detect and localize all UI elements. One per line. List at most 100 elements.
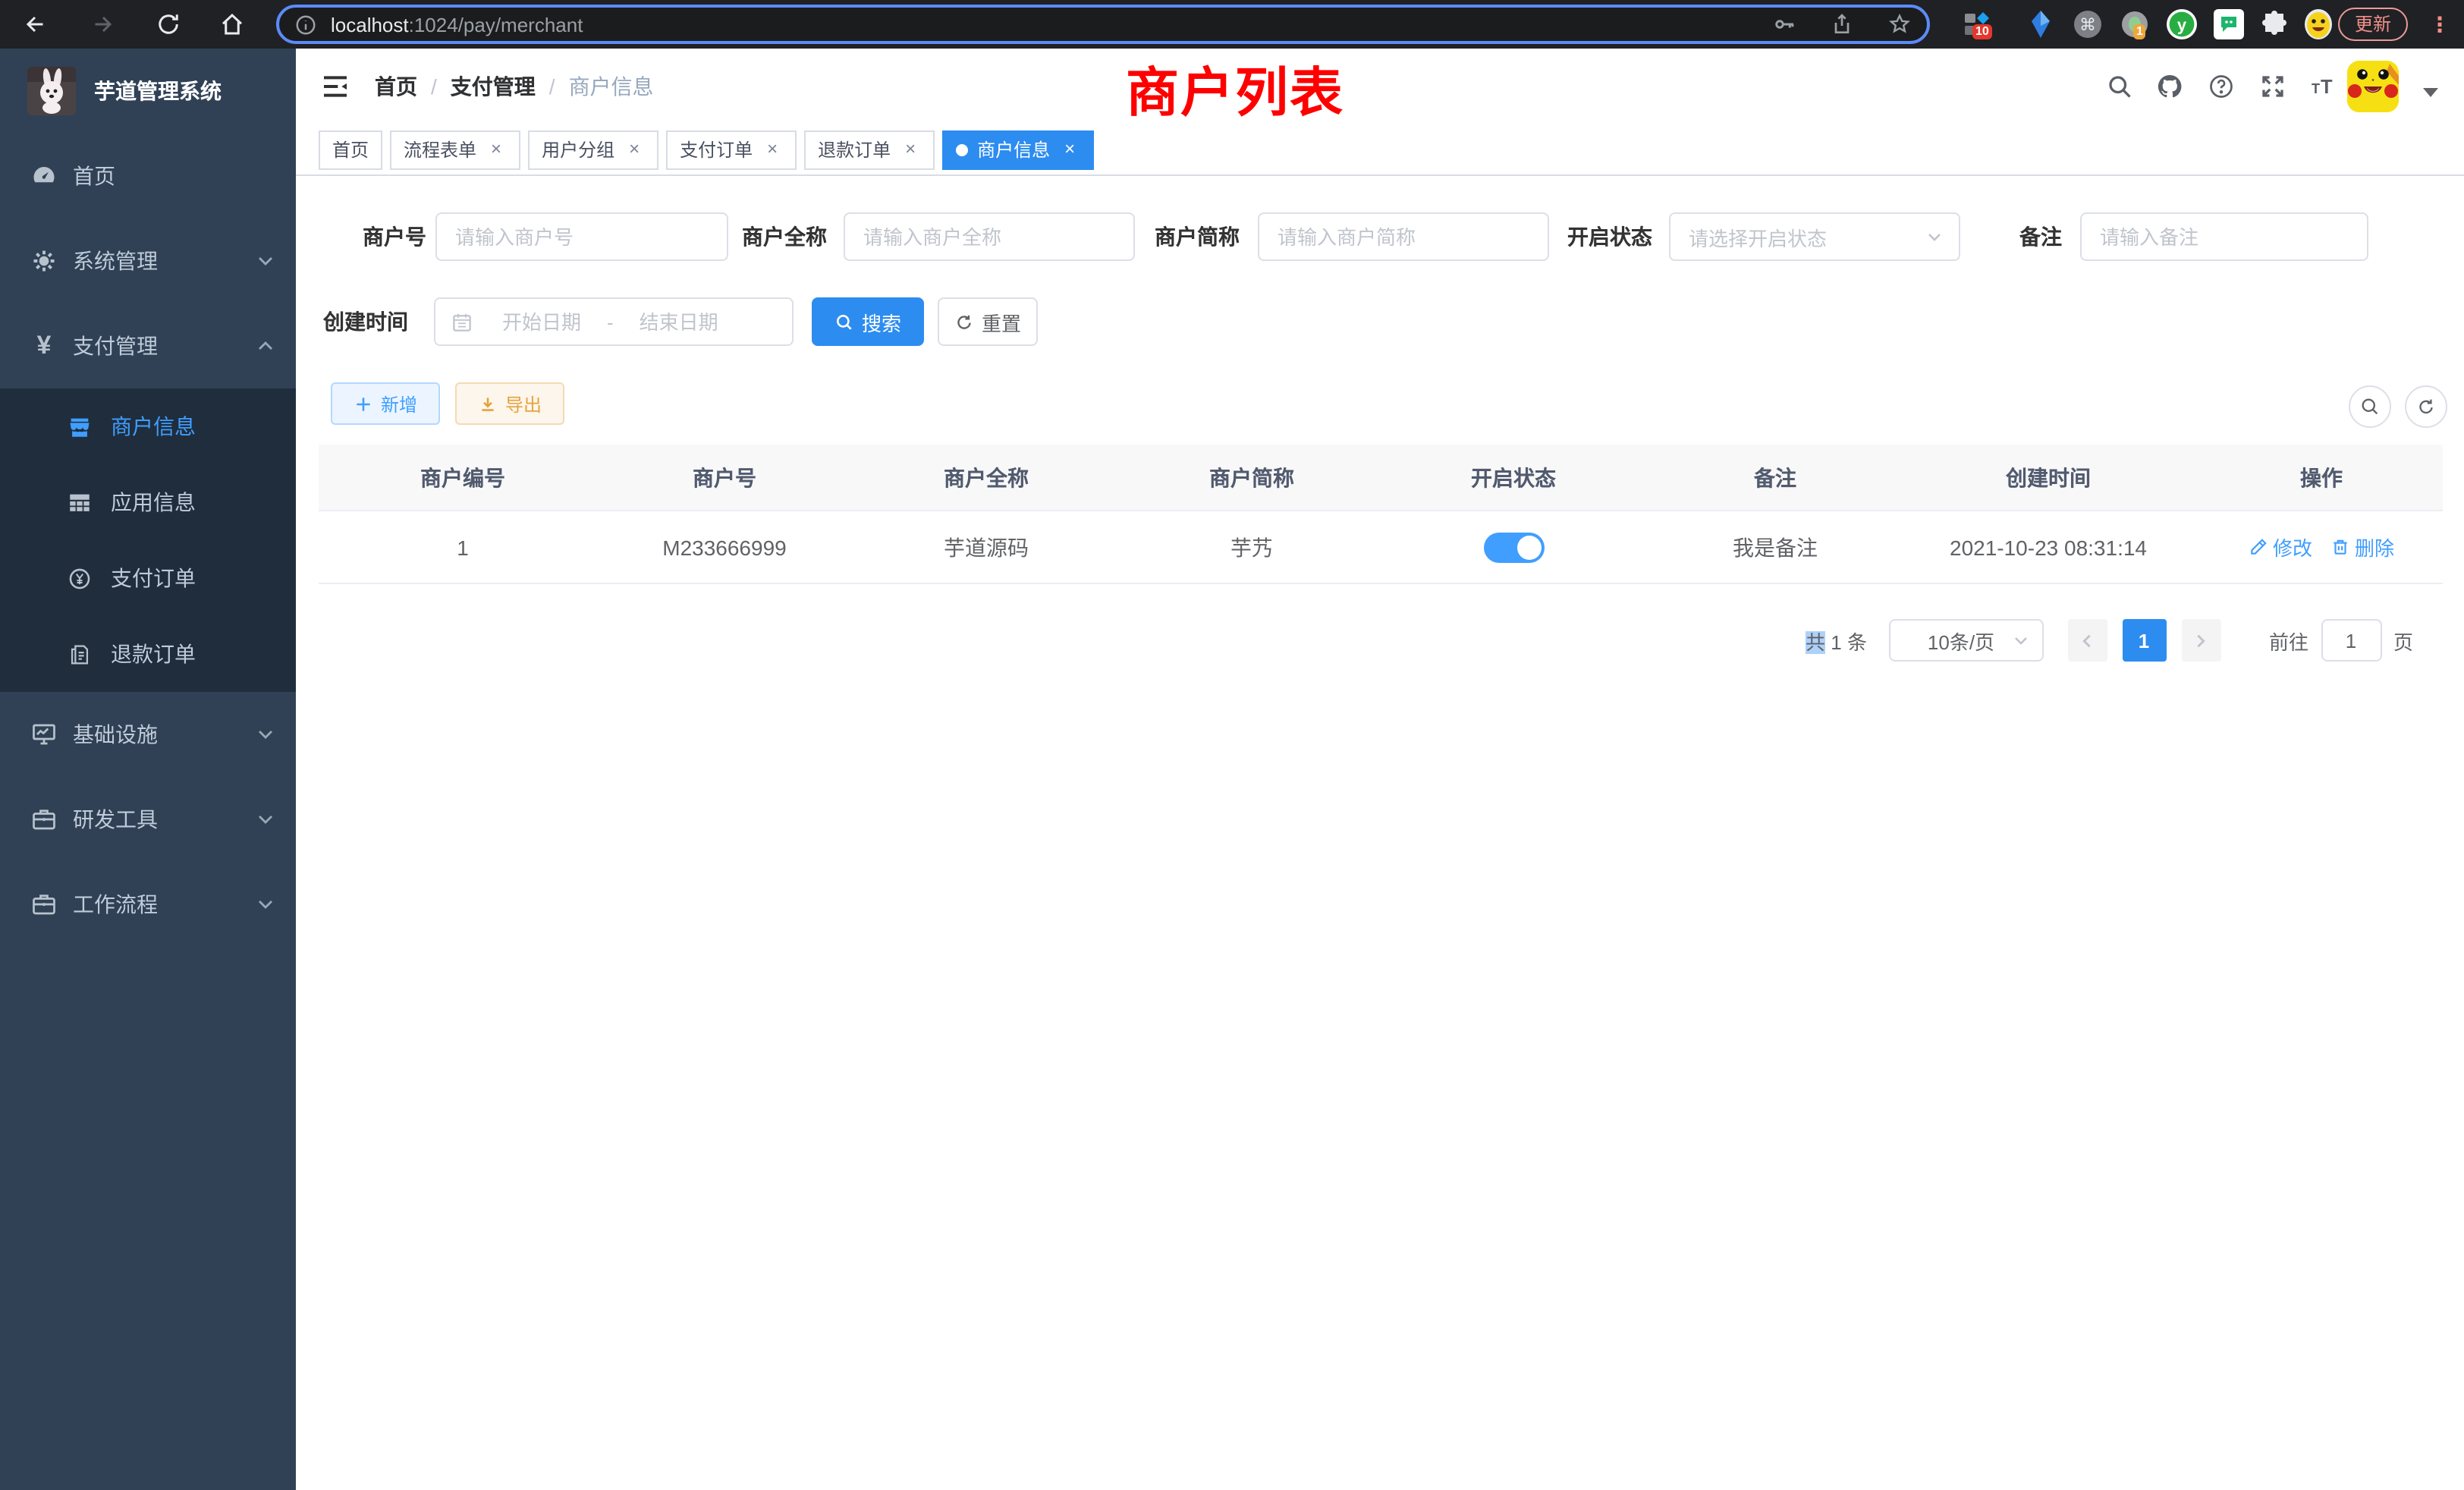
document-icon bbox=[67, 641, 93, 667]
col-header-actions: 操作 bbox=[2200, 445, 2443, 510]
main-content: 商户号 商户全称 商户简称 开启状态 请选择开启状态 备注 创建时间 - bbox=[296, 176, 2464, 1490]
next-page-button[interactable] bbox=[2181, 619, 2220, 662]
page-number-1[interactable]: 1 bbox=[2122, 619, 2166, 662]
tab-refund-order[interactable]: 退款订单 bbox=[804, 130, 935, 169]
extension-tabs-icon[interactable]: 10 bbox=[1963, 9, 1994, 39]
sidebar-item-workflow[interactable]: 工作流程 bbox=[0, 862, 296, 947]
avatar-caret-icon[interactable] bbox=[2423, 88, 2438, 97]
col-header-id: 商户编号 bbox=[319, 445, 607, 510]
sidebar-item-pay-order[interactable]: 支付订单 bbox=[0, 540, 296, 616]
breadcrumb-home[interactable]: 首页 bbox=[375, 71, 417, 102]
sidebar-item-app-info[interactable]: 应用信息 bbox=[0, 464, 296, 540]
chevron-up-icon bbox=[256, 337, 275, 355]
table-header-row: 商户编号 商户号 商户全称 商户简称 开启状态 备注 创建时间 操作 bbox=[319, 445, 2443, 511]
page-unit-label: 页 bbox=[2393, 626, 2413, 655]
collapse-sidebar-icon[interactable] bbox=[320, 71, 350, 102]
close-icon[interactable] bbox=[1059, 139, 1080, 160]
extension-y-icon[interactable]: y bbox=[2167, 9, 2197, 39]
sidebar-item-label: 工作流程 bbox=[73, 889, 158, 919]
extensions-puzzle-icon[interactable] bbox=[2259, 9, 2290, 39]
cell-short-name: 芋艿 bbox=[1130, 511, 1373, 583]
sidebar-item-system[interactable]: 系统管理 bbox=[0, 218, 296, 303]
sidebar-item-refund-order[interactable]: 退款订单 bbox=[0, 616, 296, 692]
create-time-range-picker[interactable]: - bbox=[434, 297, 794, 346]
top-navbar: 首页 / 支付管理 / 商户信息 TT bbox=[296, 49, 2464, 124]
cell-merchant-no: M233666999 bbox=[607, 511, 842, 583]
status-toggle[interactable] bbox=[1483, 532, 1544, 562]
delete-link[interactable]: 删除 bbox=[2330, 533, 2394, 561]
tab-process-form[interactable]: 流程表单 bbox=[390, 130, 520, 169]
reset-button[interactable]: 重置 bbox=[938, 297, 1038, 346]
share-icon[interactable] bbox=[1830, 12, 1854, 36]
app-logo-row[interactable]: 芋道管理系统 bbox=[0, 49, 296, 134]
tab-merchant-info[interactable]: 商户信息 bbox=[942, 130, 1094, 169]
col-header-name: 商户全称 bbox=[842, 445, 1130, 510]
profile-emoji-icon[interactable] bbox=[2303, 9, 2334, 39]
url-text[interactable]: localhost:1024/pay/merchant bbox=[331, 13, 583, 36]
start-date-input[interactable] bbox=[482, 310, 601, 333]
password-key-icon[interactable] bbox=[1772, 12, 1796, 36]
tab-pay-order[interactable]: 支付订单 bbox=[666, 130, 797, 169]
browser-update-button[interactable]: 更新 bbox=[2338, 8, 2408, 41]
extension-recorder-icon[interactable]: 1 bbox=[2120, 9, 2150, 39]
gear-icon bbox=[30, 247, 58, 275]
extension-kite-icon[interactable] bbox=[2026, 9, 2056, 39]
app-title: 芋道管理系统 bbox=[94, 76, 222, 106]
breadcrumb-pay[interactable]: 支付管理 bbox=[451, 71, 536, 102]
merchant-short-input[interactable] bbox=[1258, 212, 1549, 261]
browser-home-icon[interactable] bbox=[218, 11, 246, 38]
remark-label: 备注 bbox=[1965, 212, 2062, 261]
merchant-no-label: 商户号 bbox=[341, 212, 426, 261]
export-button[interactable]: 导出 bbox=[455, 382, 564, 425]
sidebar-item-pay[interactable]: ¥ 支付管理 bbox=[0, 303, 296, 388]
search-button[interactable]: 搜索 bbox=[812, 297, 924, 346]
end-date-input[interactable] bbox=[620, 310, 738, 333]
screen: localhost:1024/pay/merchant 10 ⌘ 1 bbox=[0, 0, 2464, 1490]
goto-page-input[interactable] bbox=[2321, 619, 2381, 662]
close-icon[interactable] bbox=[624, 139, 645, 160]
edit-link[interactable]: 修改 bbox=[2249, 533, 2312, 561]
help-icon[interactable] bbox=[2208, 73, 2235, 100]
user-avatar[interactable] bbox=[2347, 61, 2399, 112]
remark-input[interactable] bbox=[2080, 212, 2368, 261]
plus-icon bbox=[354, 394, 373, 413]
search-icon bbox=[834, 312, 854, 332]
close-icon[interactable] bbox=[486, 139, 507, 160]
page-size-select[interactable]: 10条/页 bbox=[1888, 619, 2043, 662]
sidebar-item-label: 商户信息 bbox=[111, 411, 196, 442]
browser-back-icon[interactable] bbox=[21, 11, 49, 38]
refresh-table-button[interactable] bbox=[2405, 385, 2447, 428]
add-button[interactable]: 新增 bbox=[331, 382, 440, 425]
sidebar-item-dev-tools[interactable]: 研发工具 bbox=[0, 777, 296, 862]
fullscreen-icon[interactable] bbox=[2259, 73, 2286, 100]
browser-menu-icon[interactable]: ⋮ bbox=[2429, 8, 2450, 41]
site-info-icon[interactable] bbox=[294, 13, 317, 36]
create-time-label: 创建时间 bbox=[314, 297, 408, 346]
address-bar[interactable]: localhost:1024/pay/merchant bbox=[276, 5, 1930, 44]
sidebar-item-merchant-info[interactable]: 商户信息 bbox=[0, 388, 296, 464]
close-icon[interactable] bbox=[900, 139, 921, 160]
sidebar-item-infra[interactable]: 基础设施 bbox=[0, 692, 296, 777]
tab-user-group[interactable]: 用户分组 bbox=[528, 130, 658, 169]
browser-forward-icon[interactable] bbox=[90, 11, 117, 38]
font-size-icon[interactable]: TT bbox=[2309, 73, 2337, 100]
calendar-icon bbox=[451, 310, 473, 333]
trash-icon bbox=[2330, 537, 2350, 557]
sidebar: 芋道管理系统 首页 系统管理 ¥ 支付管理 bbox=[0, 49, 296, 1490]
tab-home[interactable]: 首页 bbox=[319, 130, 382, 169]
extension-chat-icon[interactable] bbox=[2214, 9, 2244, 39]
close-icon[interactable] bbox=[762, 139, 783, 160]
merchant-name-input[interactable] bbox=[844, 212, 1135, 261]
toggle-search-button[interactable] bbox=[2349, 385, 2391, 428]
chevron-down-icon bbox=[256, 725, 275, 743]
status-select[interactable]: 请选择开启状态 bbox=[1669, 212, 1960, 261]
extension-command-icon[interactable]: ⌘ bbox=[2073, 9, 2103, 39]
github-icon[interactable] bbox=[2156, 73, 2183, 100]
sidebar-item-label: 基础设施 bbox=[73, 719, 158, 750]
header-search-icon[interactable] bbox=[2106, 73, 2133, 100]
prev-page-button[interactable] bbox=[2067, 619, 2107, 662]
browser-reload-icon[interactable] bbox=[155, 11, 182, 38]
merchant-no-input[interactable] bbox=[435, 212, 728, 261]
sidebar-item-home[interactable]: 首页 bbox=[0, 134, 296, 218]
bookmark-star-icon[interactable] bbox=[1887, 12, 1912, 36]
